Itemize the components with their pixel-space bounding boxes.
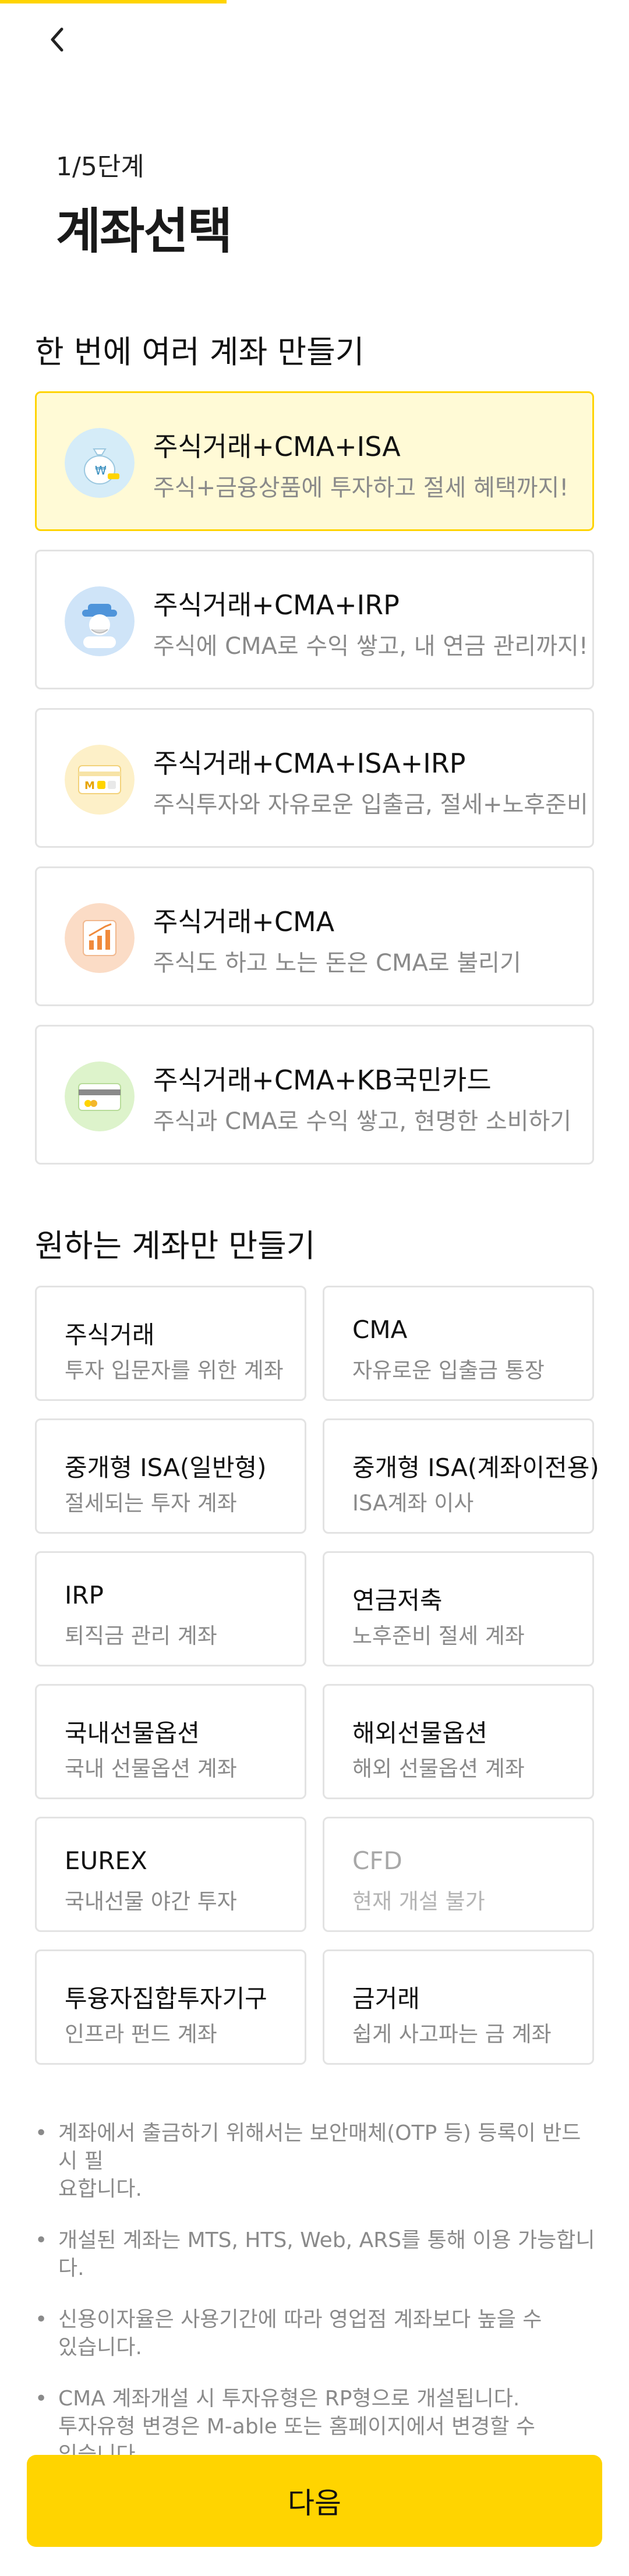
notice-line: 신용이자율은 사용기간에 따라 영업점 계좌보다 높을 수	[58, 2308, 542, 2331]
account-tile-gold[interactable]: 금거래 쉽게 사고파는 금 계좌	[323, 1949, 594, 2065]
credit-card-icon	[65, 1061, 135, 1131]
account-tile-desc: 절세되는 투자 계좌	[65, 1491, 237, 1516]
bundle-option-cma-isa-irp[interactable]: M 주식거래+CMA+ISA+IRP 주식투자와 자유로운 입출금, 절세+노후…	[35, 708, 594, 848]
bundle-option-desc: 주식과 CMA로 수익 쌓고, 현명한 소비하기	[153, 1108, 572, 1135]
notice-item: • 계좌에서 출금하기 위해서는 보안매체(OTP 등) 등록이 반드시 필 요…	[35, 2119, 600, 2203]
account-tile-title: CFD	[352, 1846, 402, 1875]
account-tile-title: 주식거래	[65, 1321, 155, 1349]
notice-list: • 계좌에서 출금하기 위해서는 보안매체(OTP 등) 등록이 반드시 필 요…	[35, 2119, 600, 2492]
account-tile-desc: 인프라 펀드 계좌	[65, 2022, 217, 2047]
bundle-option-desc: 주식투자와 자유로운 입출금, 절세+노후준비	[153, 791, 588, 818]
back-button[interactable]	[41, 22, 76, 57]
bundle-option-cma-kbcard[interactable]: 주식거래+CMA+KB국민카드 주식과 CMA로 수익 쌓고, 현명한 소비하기	[35, 1025, 594, 1165]
account-tile-desc: 해외 선물옵션 계좌	[352, 1756, 525, 1781]
bullet-icon: •	[35, 2387, 48, 2411]
single-section-heading: 원하는 계좌만 만들기	[35, 1227, 316, 1264]
next-button[interactable]: 다음	[27, 2455, 602, 2547]
account-tile-title: 국내선물옵션	[65, 1719, 200, 1747]
account-tile-desc: 퇴직금 관리 계좌	[65, 1623, 217, 1648]
notice-line: 투자유형 변경은 M-able 또는 홈페이지에서 변경할 수	[58, 2415, 536, 2439]
account-tile-stock[interactable]: 주식거래 투자 입문자를 위한 계좌	[35, 1286, 306, 1401]
account-tile-desc: 자유로운 입출금 통장	[352, 1358, 545, 1383]
bundle-option-desc: 주식도 하고 노는 돈은 CMA로 불리기	[153, 950, 521, 976]
account-tile-isa-general[interactable]: 중개형 ISA(일반형) 절세되는 투자 계좌	[35, 1418, 306, 1534]
notice-line: 개설된 계좌는 MTS, HTS, Web, ARS를 통해 이용 가능합니다.	[58, 2228, 595, 2280]
account-tile-eurex[interactable]: EUREX 국내선물 야간 투자	[35, 1817, 306, 1932]
account-tile-infra-fund[interactable]: 투융자집합투자기구 인프라 펀드 계좌	[35, 1949, 306, 2065]
svg-text:₩: ₩	[95, 463, 107, 477]
bundle-option-title: 주식거래+CMA	[153, 906, 335, 937]
account-tile-desc: ISA계좌 이사	[352, 1491, 474, 1516]
chevron-left-icon	[51, 27, 63, 52]
notice-item: • 개설된 계좌는 MTS, HTS, Web, ARS를 통해 이용 가능합니…	[35, 2227, 600, 2283]
bundle-option-cma[interactable]: 주식거래+CMA 주식도 하고 노는 돈은 CMA로 불리기	[35, 866, 594, 1006]
account-tile-domestic-futures[interactable]: 국내선물옵션 국내 선물옵션 계좌	[35, 1684, 306, 1799]
bundle-option-title: 주식거래+CMA+IRP	[153, 589, 400, 621]
bundle-option-title: 주식거래+CMA+ISA+IRP	[153, 748, 466, 779]
notice-line: 요합니다.	[58, 2177, 142, 2201]
account-tile-title: IRP	[65, 1581, 104, 1609]
bundle-option-cma-irp[interactable]: 주식거래+CMA+IRP 주식에 CMA로 수익 쌓고, 내 연금 관리까지!	[35, 550, 594, 689]
notice-line: CMA 계좌개설 시 투자유형은 RP형으로 개설됩니다.	[58, 2387, 520, 2411]
account-tile-title: EUREX	[65, 1846, 147, 1875]
money-bag-icon: ₩	[65, 428, 135, 498]
account-tile-title: 중개형 ISA(계좌이전용)	[352, 1453, 599, 1482]
card-combo-icon: M	[65, 745, 135, 815]
bullet-icon: •	[35, 2308, 48, 2331]
account-tile-title: 연금저축	[352, 1586, 443, 1615]
bundle-option-desc: 주식에 CMA로 수익 쌓고, 내 연금 관리까지!	[153, 633, 588, 660]
growth-chart-icon	[65, 903, 135, 973]
account-tile-desc: 투자 입문자를 위한 계좌	[65, 1358, 284, 1383]
account-tile-cma[interactable]: CMA 자유로운 입출금 통장	[323, 1286, 594, 1401]
notice-line: 계좌에서 출금하기 위해서는 보안매체(OTP 등) 등록이 반드시 필	[58, 2121, 581, 2173]
notice-item: • 신용이자율은 사용기간에 따라 영업점 계좌보다 높을 수 있습니다.	[35, 2306, 600, 2362]
step-indicator: 1/5단계	[56, 152, 144, 182]
account-tile-pension-savings[interactable]: 연금저축 노후준비 절세 계좌	[323, 1551, 594, 1666]
account-tile-desc: 국내 선물옵션 계좌	[65, 1756, 237, 1781]
account-tile-title: 해외선물옵션	[352, 1719, 487, 1747]
account-tile-desc: 쉽게 사고파는 금 계좌	[352, 2022, 552, 2047]
account-tile-title: 금거래	[352, 1984, 420, 2013]
account-tile-title: CMA	[352, 1315, 408, 1344]
account-tile-desc: 국내선물 야간 투자	[65, 1889, 237, 1914]
account-tile-desc: 노후준비 절세 계좌	[352, 1623, 525, 1648]
retiree-icon	[65, 586, 135, 656]
notice-line: 있습니다.	[58, 2336, 142, 2359]
account-tile-cfd: CFD 현재 개설 불가	[323, 1817, 594, 1932]
bundle-option-cma-isa[interactable]: ₩ 주식거래+CMA+ISA 주식+금융상품에 투자하고 절세 혜택까지!	[35, 391, 594, 531]
account-tile-isa-transfer[interactable]: 중개형 ISA(계좌이전용) ISA계좌 이사	[323, 1418, 599, 1534]
bullet-icon: •	[35, 2228, 48, 2252]
bundle-option-desc: 주식+금융상품에 투자하고 절세 혜택까지!	[153, 475, 569, 501]
account-tile-title: 투융자집합투자기구	[65, 1984, 267, 2013]
account-tile-desc: 현재 개설 불가	[352, 1889, 485, 1914]
progress-bar	[0, 0, 227, 3]
account-tile-irp[interactable]: IRP 퇴직금 관리 계좌	[35, 1551, 306, 1666]
bullet-icon: •	[35, 2121, 48, 2145]
svg-text:M: M	[84, 780, 95, 792]
bundle-option-title: 주식거래+CMA+ISA	[153, 431, 401, 462]
bundle-section-heading: 한 번에 여러 계좌 만들기	[35, 334, 365, 370]
page-title: 계좌선택	[56, 203, 232, 260]
account-tile-title: 중개형 ISA(일반형)	[65, 1453, 267, 1482]
bundle-option-title: 주식거래+CMA+KB국민카드	[153, 1064, 492, 1096]
account-tile-overseas-futures[interactable]: 해외선물옵션 해외 선물옵션 계좌	[323, 1684, 594, 1799]
